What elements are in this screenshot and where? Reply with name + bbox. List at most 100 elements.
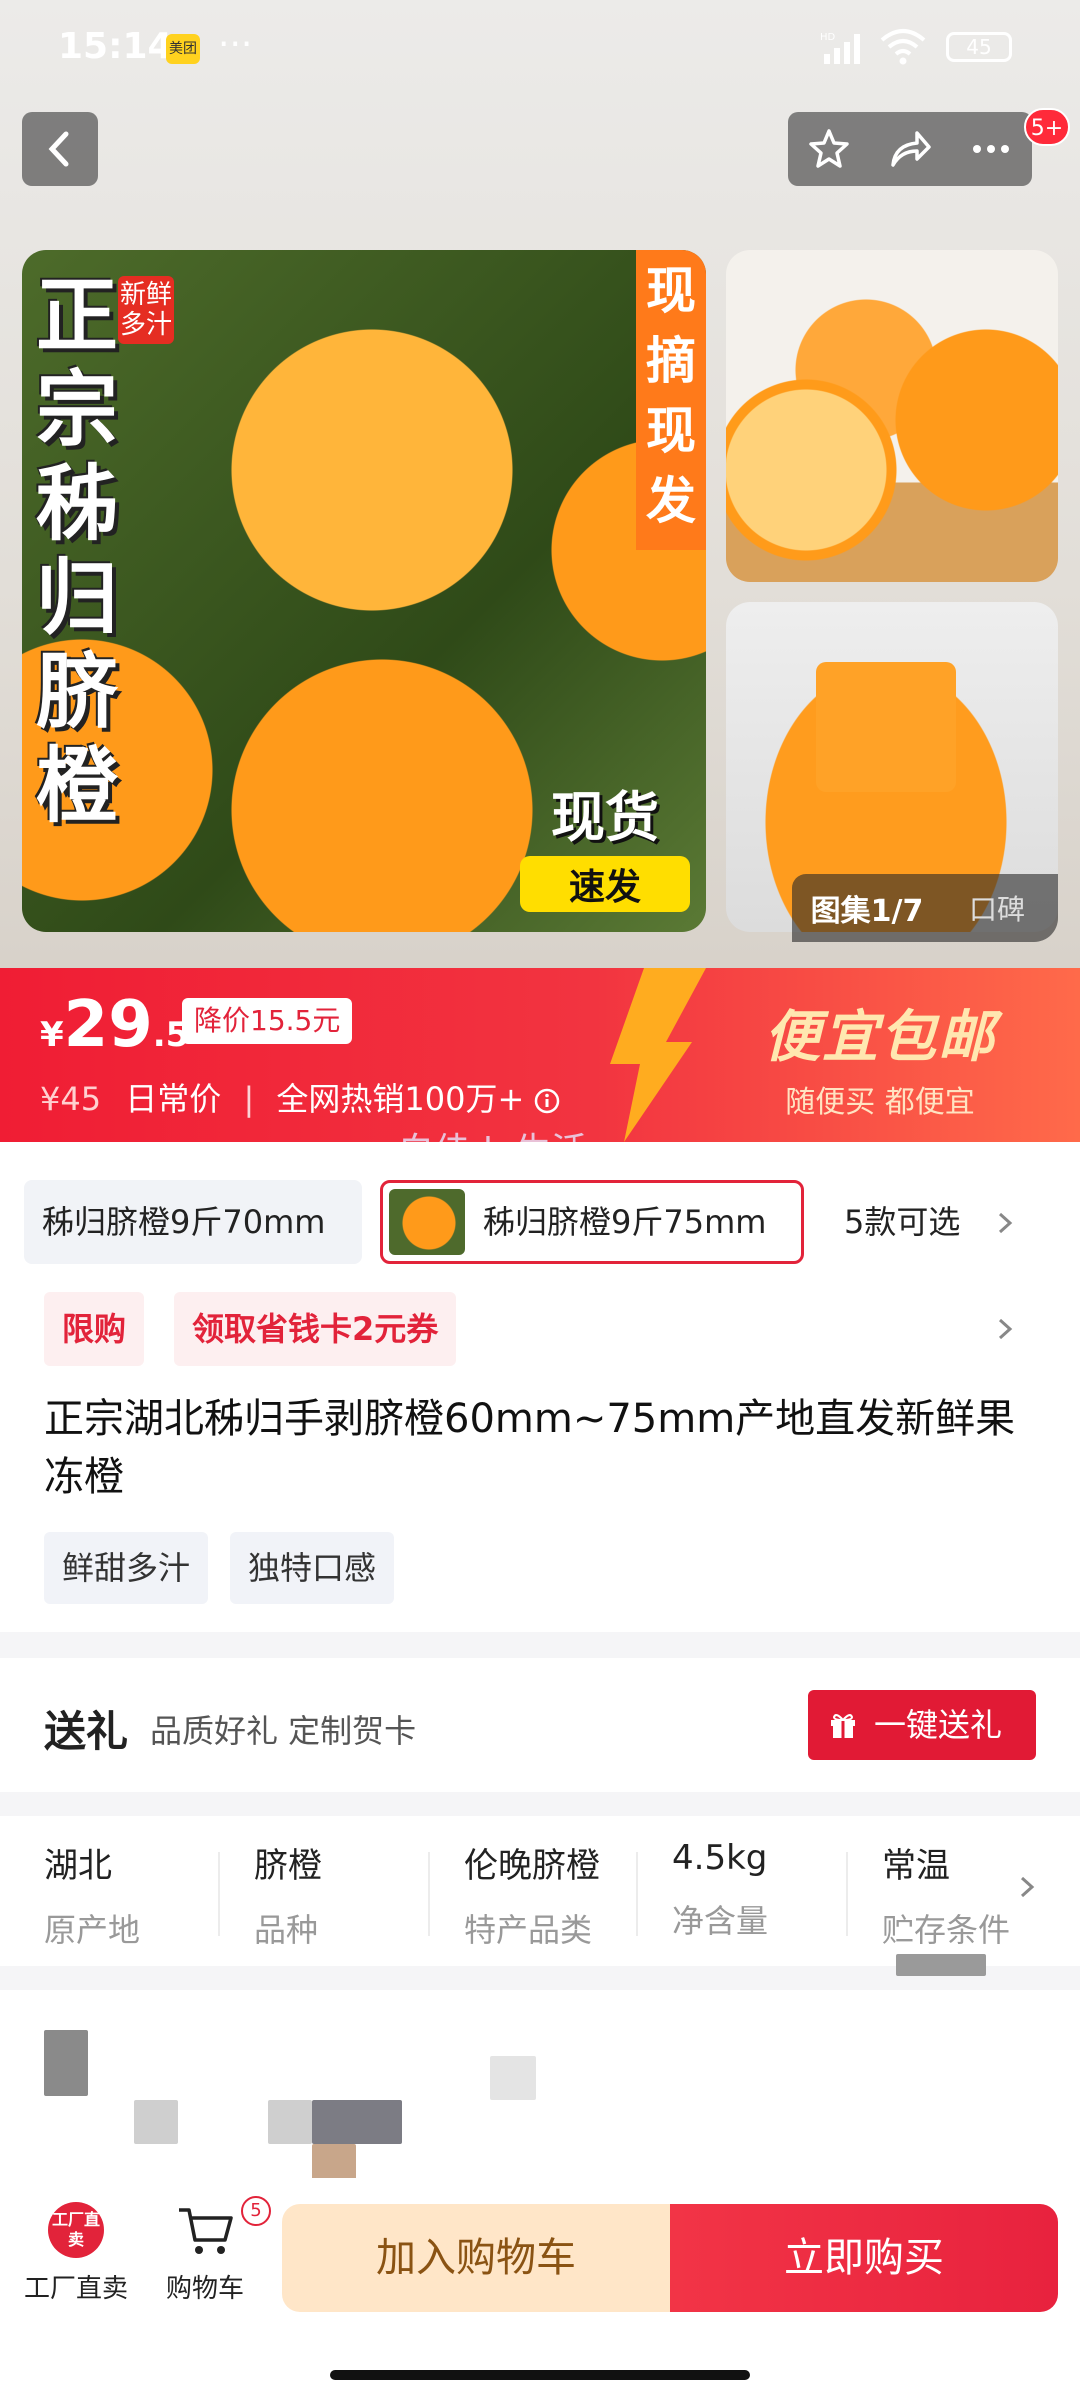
attribute-key: 特产品类 xyxy=(464,1911,593,1949)
gallery-counter-tab[interactable]: 图集1/7 xyxy=(792,886,942,930)
variant-selector: 秭归脐橙9斤70mm 秭归脐橙9斤75mm 5款可选 xyxy=(0,1172,1080,1264)
cart-button[interactable]: 5 购物车 xyxy=(150,2196,271,2305)
divider xyxy=(218,1852,220,1936)
attribute-key: 品种 xyxy=(254,1911,319,1949)
header-actions xyxy=(788,112,1032,186)
image-vertical-title: 正宗秭归脐橙 xyxy=(36,269,119,834)
status-time: 15:14 xyxy=(58,26,173,67)
cart-count-badge: 5 xyxy=(241,2196,271,2226)
back-button[interactable] xyxy=(22,112,98,186)
reviews-tab[interactable]: 口碑 xyxy=(942,888,1052,928)
attribute-value: 常温 xyxy=(882,1846,950,1886)
factory-direct-logo: 工厂直卖 xyxy=(48,2202,104,2258)
more-dots-icon xyxy=(973,145,1010,153)
battery-indicator: 45 xyxy=(946,32,1012,62)
divider: | xyxy=(243,1080,255,1118)
orange-pulp-cube xyxy=(816,662,956,792)
chevron-right-icon[interactable] xyxy=(1012,1872,1042,1902)
divider xyxy=(636,1852,638,1936)
home-indicator[interactable] xyxy=(330,2370,750,2380)
attribute-net-weight: 4.5kg 净含量 xyxy=(672,1838,768,1948)
hot-sales-text[interactable]: 全网热销100万+ xyxy=(276,1080,524,1118)
share-icon xyxy=(891,131,931,167)
variant-thumbnail xyxy=(389,1189,465,1255)
variant-option-70mm[interactable]: 秭归脐橙9斤70mm xyxy=(24,1180,362,1264)
signal-icon: HD xyxy=(820,32,860,64)
notification-badge: 5+ xyxy=(1024,108,1070,146)
attribute-variety: 脐橙 品种 xyxy=(254,1838,322,1949)
price-currency: ¥ xyxy=(40,1015,64,1055)
status-more-icon: ··· xyxy=(218,24,253,65)
daily-price-label: 日常价 xyxy=(125,1080,222,1118)
divider xyxy=(428,1852,430,1936)
lightning-bolt-icon xyxy=(610,968,706,1142)
product-tags: 鲜甜多汁 独特口感 xyxy=(44,1532,395,1604)
variant-label: 秭归脐橙9斤75mm xyxy=(483,1203,767,1241)
attributes-strip[interactable]: 湖北 原产地 脐橙 品种 伦晚脐橙 特产品类 4.5kg 净含量 常温 贮存条件 xyxy=(0,1816,1080,1966)
price-subline: ¥45 日常价 | 全网热销100万+ xyxy=(40,1074,560,1120)
attribute-origin: 湖北 原产地 xyxy=(44,1838,141,1949)
more-variants-link[interactable]: 5款可选 xyxy=(844,1180,960,1264)
product-tag: 独特口感 xyxy=(230,1532,395,1604)
price-integer: 29 xyxy=(63,988,153,1062)
promo-title: 便宜包邮 xyxy=(764,1005,996,1070)
wifi-icon xyxy=(880,29,926,65)
redacted-block xyxy=(268,2100,312,2144)
shopping-cart-icon xyxy=(179,2208,233,2254)
status-bar: 15:14 美团 ··· HD 45 xyxy=(0,0,1080,100)
gift-subtitle: 品质好礼 定制贺卡 xyxy=(150,1712,417,1750)
chevron-left-icon xyxy=(48,131,69,167)
free-shipping-promo: 便宜包邮 随便买 都便宜 xyxy=(700,992,1060,1121)
current-price: ¥29.5 xyxy=(40,988,189,1062)
share-button[interactable] xyxy=(882,121,938,177)
attribute-value: 湖北 xyxy=(44,1846,112,1886)
redacted-block xyxy=(44,2030,88,2096)
gallery-tab-bar: 图集1/7 口碑 xyxy=(792,874,1058,942)
buy-now-button[interactable]: 立即购买 xyxy=(670,2204,1058,2312)
gift-title: 送礼 xyxy=(44,1707,129,1756)
main-product-image[interactable]: 正宗秭归脐橙 新鲜多汁 现摘现发 现货 速发 xyxy=(22,250,706,932)
bottom-action-bar: 工厂直卖 工厂直卖 5 购物车 加入购物车 立即购买 xyxy=(0,2178,1080,2400)
favorite-button[interactable] xyxy=(801,121,857,177)
chevron-right-icon[interactable] xyxy=(990,1208,1020,1238)
variant-option-75mm-selected[interactable]: 秭归脐橙9斤75mm xyxy=(380,1180,804,1264)
attribute-key: 净含量 xyxy=(672,1902,769,1940)
svg-text:HD: HD xyxy=(820,32,836,43)
factory-direct-button[interactable]: 工厂直卖 工厂直卖 xyxy=(14,2202,138,2305)
saving-card-coupon[interactable]: 领取省钱卡2元券 xyxy=(174,1292,457,1366)
add-to-cart-button[interactable]: 加入购物车 xyxy=(282,2204,670,2312)
product-tag: 鲜甜多汁 xyxy=(44,1532,209,1604)
send-gift-label: 一键送礼 xyxy=(874,1706,1003,1744)
redacted-block xyxy=(896,1954,986,1976)
coupon-row: 限购 领取省钱卡2元券 xyxy=(0,1292,1080,1366)
gift-section: 送礼 品质好礼 定制贺卡 一键送礼 xyxy=(0,1658,1080,1792)
obscured-content-area xyxy=(0,1954,1080,2210)
attribute-category: 伦晚脐橙 特产品类 xyxy=(464,1838,600,1949)
redacted-block xyxy=(312,2100,402,2144)
attribute-key: 原产地 xyxy=(44,1911,141,1949)
attribute-key: 贮存条件 xyxy=(882,1911,1011,1948)
redacted-block xyxy=(134,2100,178,2144)
fast-ship-text: 速发 xyxy=(520,856,690,912)
meituan-app-icon: 美团 xyxy=(166,34,200,64)
in-stock-text: 现货 xyxy=(551,786,659,849)
product-info-card: 秭归脐橙9斤70mm 秭归脐橙9斤75mm 5款可选 限购 领取省钱卡2元券 正… xyxy=(0,1142,1080,1632)
attribute-value: 4.5kg xyxy=(672,1838,768,1878)
send-gift-button[interactable]: 一键送礼 xyxy=(808,1690,1036,1760)
gift-icon xyxy=(831,1714,855,1738)
attribute-storage: 常温 贮存条件 xyxy=(882,1838,1012,1948)
divider xyxy=(846,1852,848,1936)
star-icon xyxy=(808,129,849,168)
product-title: 正宗湖北秭归手剥脐橙60mm~75mm产地直发新鲜果冻橙 xyxy=(44,1396,1016,1500)
promo-subtitle: 随便买 都便宜 xyxy=(785,1085,975,1120)
more-button[interactable] xyxy=(963,121,1019,177)
info-icon[interactable] xyxy=(534,1088,560,1114)
original-price: ¥45 xyxy=(40,1080,102,1118)
factory-direct-label: 工厂直卖 xyxy=(23,2274,128,2304)
attribute-value: 脐橙 xyxy=(254,1846,322,1886)
chevron-right-icon[interactable] xyxy=(990,1314,1020,1344)
price-drop-badge: 降价15.5元 xyxy=(182,998,353,1044)
purchase-limit-tag: 限购 xyxy=(44,1292,145,1366)
product-gallery-area: 15:14 美团 ··· HD 45 5+ 正宗秭归脐橙 新鲜多汁 现摘现发 现… xyxy=(0,0,1080,968)
side-product-image-1[interactable] xyxy=(726,250,1058,582)
